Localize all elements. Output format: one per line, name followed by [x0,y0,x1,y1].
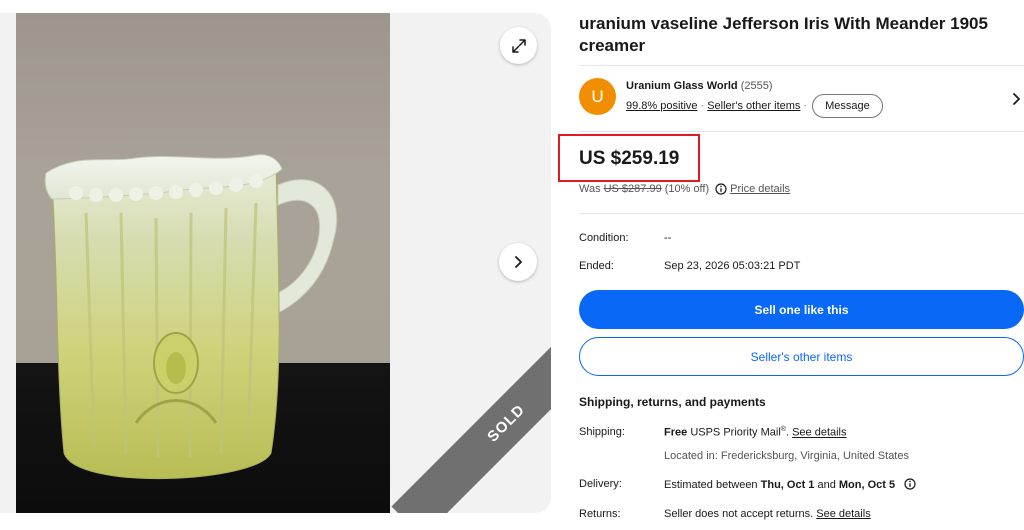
returns-see-details-link[interactable]: See details [816,508,870,520]
product-photo[interactable] [16,13,390,513]
shipping-free: Free [664,426,688,439]
was-price-line: Was US $287.99 (10% off) Price details [579,183,790,195]
ended-value: Sep 23, 2026 05:03:21 PDT [664,260,801,272]
divider [579,131,1024,132]
was-label: Was [579,183,601,195]
image-gallery: SOLD [0,13,551,513]
condition-label: Condition: [579,232,629,244]
info-icon[interactable] [715,183,727,195]
chevron-right-icon [1013,93,1020,105]
sold-label: SOLD [483,400,529,446]
expand-image-button[interactable] [500,27,537,64]
listing-title: uranium vaseline Jefferson Iris With Mea… [579,14,988,55]
shipping-see-details-link[interactable]: See details [792,427,846,439]
returns-text: Seller does not accept returns. [664,508,814,520]
delivery-label: Delivery: [579,478,622,490]
seller-name[interactable]: Uranium Glass World [626,80,738,92]
seller-avatar[interactable]: U [579,78,616,115]
sell-one-like-this-button[interactable]: Sell one like this [579,290,1024,329]
delivery-prefix: Estimated between [664,479,758,491]
condition-value: -- [664,232,672,244]
seller-links: 99.8% positive · Seller's other items · … [626,94,883,118]
seller-expand-chevron[interactable] [1011,92,1023,111]
sold-ribbon: SOLD [391,308,551,513]
delivery-start: Thu, Oct 1 [760,479,815,491]
seller-card[interactable]: U Uranium Glass World (2555) 99.8% posit… [579,78,1024,122]
listing-summary-panel: uranium vaseline Jefferson Iris With Mea… [558,0,1024,530]
current-price: US $259.19 [579,148,680,169]
original-price: US $287.99 [603,183,662,195]
shipping-label: Shipping: [579,426,625,438]
shipping-value: Free USPS Priority Mail®. See details [664,426,847,439]
shipping-section-title: Shipping, returns, and payments [579,395,766,409]
delivery-end: Mon, Oct 5 [838,479,896,491]
divider [579,65,1024,66]
expand-icon [511,38,526,53]
item-location: Located in: Fredericksburg, Virginia, Un… [664,450,909,462]
discount-percent: (10% off) [664,183,710,195]
chevron-right-icon [515,256,522,268]
info-icon[interactable] [904,478,916,490]
divider [579,213,1024,214]
sellers-other-items-button[interactable]: Seller's other items [579,337,1024,376]
message-seller-button[interactable]: Message [812,94,883,118]
seller-positive-link[interactable]: 99.8% positive [626,100,698,112]
returns-value: Seller does not accept returns. See deta… [664,508,871,520]
separator-dot: · [700,100,705,112]
seller-name-line: Uranium Glass World (2555) [626,80,773,92]
registered-mark: ® [780,426,786,433]
seller-other-items-link[interactable]: Seller's other items [707,100,800,112]
returns-label: Returns: [579,508,621,520]
shipping-service: USPS Priority Mail [690,426,781,439]
next-image-button[interactable] [499,243,537,281]
separator-dot: · [803,100,808,112]
seller-feedback-count: (2555) [740,80,773,92]
price-details-link[interactable]: Price details [730,183,790,195]
delivery-and: and [817,479,836,491]
delivery-value: Estimated between Thu, Oct 1 and Mon, Oc… [664,478,916,491]
creamer-glass-illustration [44,154,338,479]
ended-label: Ended: [579,260,614,272]
